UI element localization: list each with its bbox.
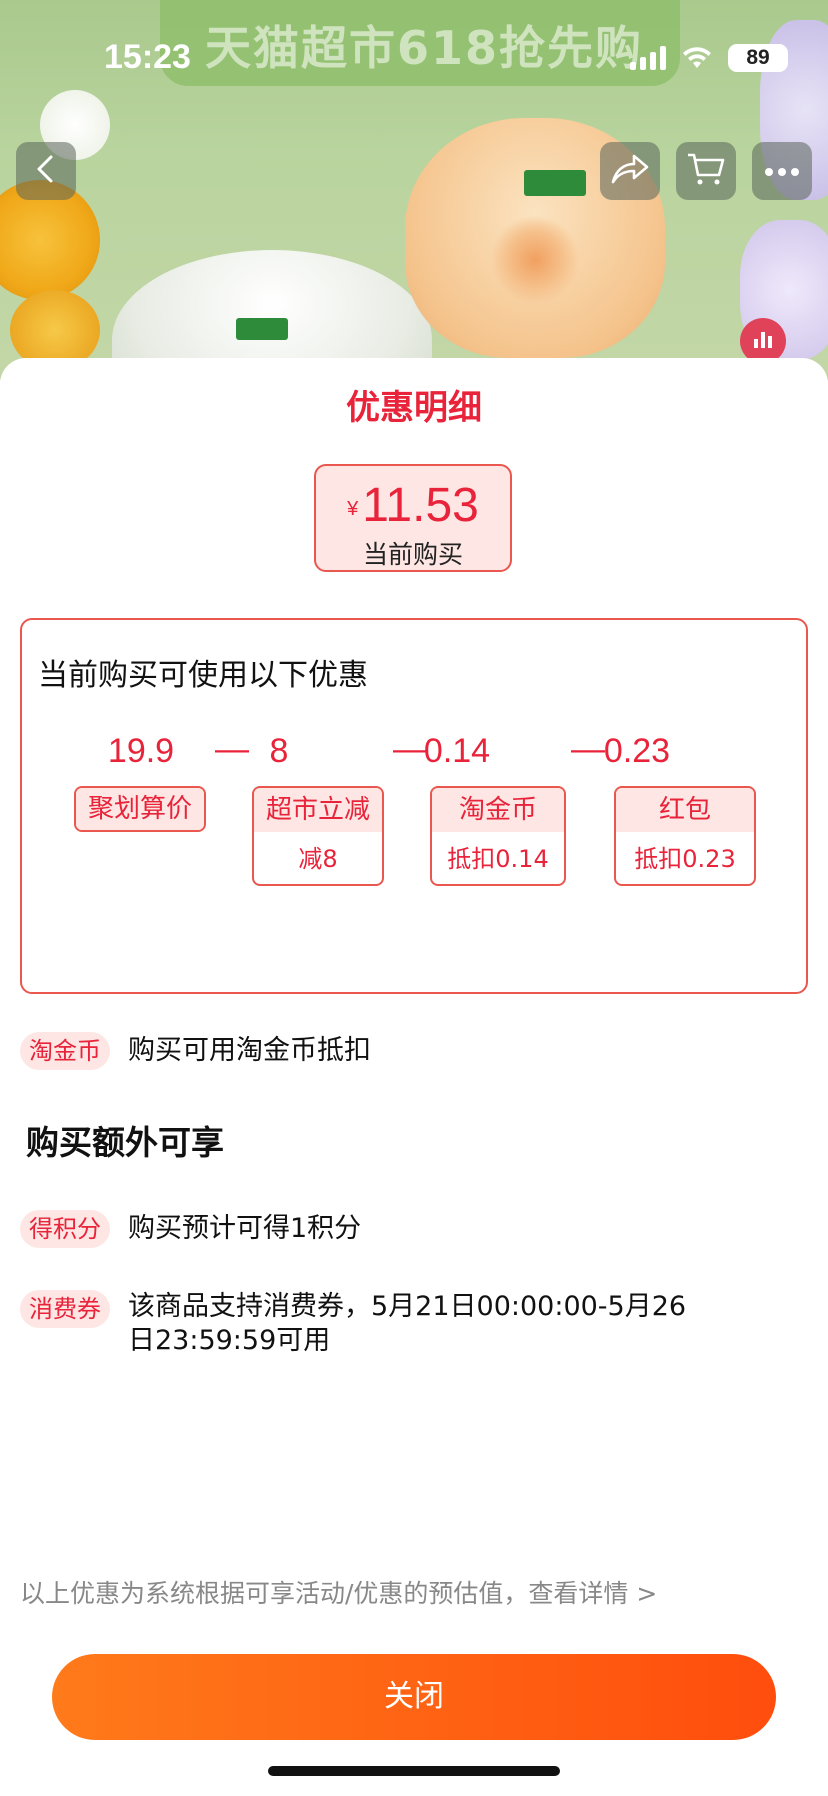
- status-time: 15:23: [104, 38, 191, 76]
- voucher-badge: 消费券: [20, 1290, 110, 1328]
- tag-taojinbi: 淘金币 抵扣0.14: [430, 786, 566, 886]
- status-icons: 89: [630, 44, 788, 72]
- wifi-icon: [682, 46, 712, 70]
- current-price-box: ¥11.53 当前购买: [314, 464, 512, 572]
- discount-breakdown-card: 当前购买可使用以下优惠 19.9 — 8 — 0.14 — 0.23 聚划算价 …: [20, 618, 808, 994]
- share-button[interactable]: [600, 142, 660, 200]
- tag-sub-label: 抵扣0.23: [634, 845, 736, 873]
- cart-icon: [686, 151, 726, 191]
- chevron-left-icon: [33, 154, 59, 188]
- calc-value-base-price: 19.9: [107, 732, 175, 770]
- discount-card-heading: 当前购买可使用以下优惠: [38, 658, 368, 693]
- estimate-disclaimer-link[interactable]: 以上优惠为系统根据可享活动/优惠的预估值，查看详情 >: [20, 1574, 657, 1610]
- more-button[interactable]: [752, 142, 812, 200]
- promo-banner-text: 天猫超市618抢先购: [205, 21, 644, 75]
- chart-icon: [752, 328, 774, 354]
- battery-indicator: 89: [728, 44, 788, 72]
- cart-button[interactable]: [676, 142, 736, 200]
- taojinbi-description: 购买可用淘金币抵扣: [128, 1035, 371, 1066]
- currency-symbol: ¥: [347, 498, 359, 520]
- home-indicator: [268, 1766, 560, 1776]
- price-line: ¥11.53: [316, 478, 510, 533]
- calc-value-taojinbi: 0.14: [423, 732, 491, 770]
- extra-benefits-title: 购买额外可享: [26, 1123, 224, 1162]
- discount-detail-sheet: 优惠明细 ¥11.53 当前购买 当前购买可使用以下优惠 19.9 — 8 — …: [0, 358, 828, 1796]
- calc-value-red-packet: 0.23: [603, 732, 671, 770]
- tag-label: 淘金币: [432, 788, 564, 832]
- back-button[interactable]: [16, 142, 76, 200]
- cellular-signal-icon: [630, 46, 666, 70]
- voucher-description: 该商品支持消费券，5月21日00:00:00-5月26日23:59:59可用: [128, 1291, 687, 1356]
- product-bag-flower-print: [490, 215, 580, 305]
- tag-label: 红包: [616, 788, 754, 832]
- price-value: 11.53: [362, 479, 479, 532]
- share-icon: [610, 152, 650, 190]
- points-badge: 得积分: [20, 1210, 110, 1248]
- tag-label: 聚划算价: [76, 788, 204, 830]
- price-caption: 当前购买: [362, 540, 463, 569]
- tag-label: 超市立减: [254, 788, 382, 832]
- tag-sub-label: 抵扣0.14: [447, 845, 549, 873]
- tag-supermarket-discount: 超市立减 减8: [252, 786, 384, 886]
- taojinbi-badge: 淘金币: [20, 1032, 110, 1070]
- calc-value-supermarket-discount: 8: [269, 732, 289, 770]
- tag-juhuasuan-price: 聚划算价: [74, 786, 206, 832]
- points-description: 购买预计可得1积分: [128, 1213, 362, 1244]
- tag-red-packet: 红包 抵扣0.23: [614, 786, 756, 886]
- close-button[interactable]: 关闭: [52, 1654, 776, 1740]
- product-brand-label: [236, 318, 288, 340]
- product-brand-label: [524, 170, 586, 196]
- tag-sub-label: 减8: [298, 845, 338, 873]
- sheet-title: 优惠明细: [346, 388, 482, 428]
- more-icon: [764, 162, 800, 181]
